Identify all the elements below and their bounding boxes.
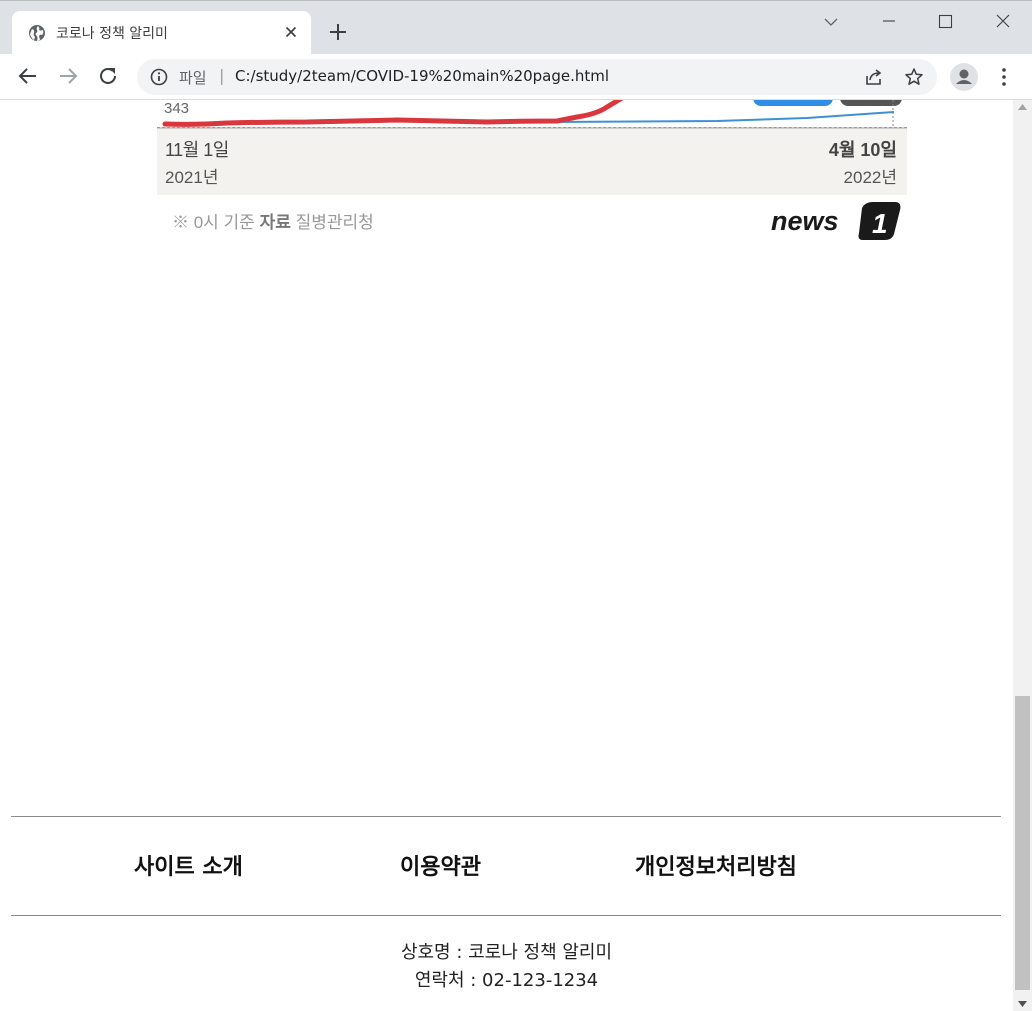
reload-icon[interactable]	[96, 64, 120, 88]
url-text[interactable]: C:/study/2team/COVID-19%20main%20page.ht…	[235, 67, 609, 85]
chart-date-band: 11월 1일 2021년 4월 10일 2022년	[157, 129, 907, 195]
footer-divider-top	[11, 816, 1001, 817]
scroll-up-arrow-icon[interactable]	[1018, 104, 1027, 110]
maximize-icon[interactable]	[932, 11, 958, 33]
chart-end-date: 4월 10일	[828, 140, 897, 160]
globe-icon	[29, 25, 45, 41]
footer-link-terms[interactable]: 이용약관	[400, 849, 481, 881]
blue-series-line	[551, 111, 895, 123]
note-prefix: ※ 0시 기준	[172, 213, 255, 232]
vertical-scrollbar[interactable]	[1013, 100, 1032, 1011]
logo-mark: 1	[872, 208, 888, 239]
footer-link-about[interactable]: 사이트 소개	[134, 849, 243, 881]
footer-divider-bottom	[11, 915, 1001, 916]
tab-title: 코로나 정책 알리미	[56, 26, 168, 42]
forward-arrow-icon[interactable]	[56, 64, 80, 88]
minimize-icon[interactable]	[876, 11, 902, 33]
back-arrow-icon[interactable]	[16, 64, 40, 88]
footer-link-privacy[interactable]: 개인정보처리방침	[635, 849, 797, 881]
chart-start-date: 11월 1일	[165, 140, 229, 160]
chart-start-year: 2021년	[165, 168, 219, 187]
chart-plot-area: 343	[157, 100, 907, 128]
covid-chart-image: 343 11월 1일 2021년 4월 10일 2022년 ※ 0시 기준 자료…	[157, 100, 907, 250]
close-icon[interactable]	[283, 24, 299, 40]
chart-end-year: 2022년	[843, 168, 897, 187]
browser-tab[interactable]: 코로나 정책 알리미	[12, 11, 311, 55]
bookmark-star-icon[interactable]	[904, 67, 924, 87]
scrollbar-thumb[interactable]	[1015, 696, 1030, 990]
chart-value-label: 343	[164, 100, 190, 117]
share-icon[interactable]	[864, 67, 884, 87]
tab-search-icon[interactable]	[818, 11, 844, 33]
footer-company-name: 상호명 : 코로나 정책 알리미	[400, 942, 613, 963]
chart-source-note: ※ 0시 기준 자료 질병관리청	[172, 208, 374, 233]
chart-lines	[162, 100, 902, 128]
address-bar[interactable]: 파일 | C:/study/2team/COVID-19%20main%20pa…	[137, 59, 937, 95]
person-icon	[956, 69, 972, 84]
red-series-line	[162, 100, 624, 127]
scroll-down-arrow-icon[interactable]	[1018, 1001, 1027, 1007]
scheme-label: 파일	[179, 69, 207, 87]
scheme-separator: |	[219, 66, 225, 85]
legend-pill-blue	[753, 100, 833, 106]
browser-toolbar: 파일 | C:/study/2team/COVID-19%20main%20pa…	[0, 54, 1032, 100]
note-source: 질병관리청	[295, 213, 374, 232]
footer-contact: 연락처 : 02-123-1234	[414, 970, 599, 991]
logo-text: news	[771, 206, 839, 236]
info-icon[interactable]	[150, 68, 168, 86]
note-source-label: 자료	[259, 213, 291, 232]
more-menu-icon[interactable]	[996, 65, 1012, 89]
tab-strip: 코로나 정책 알리미	[0, 0, 1032, 55]
page-viewport: 343 11월 1일 2021년 4월 10일 2022년 ※ 0시 기준 자료…	[0, 100, 1013, 1011]
window-close-icon[interactable]	[990, 11, 1016, 33]
new-tab-icon[interactable]	[327, 21, 349, 43]
news1-logo: news 1	[771, 202, 901, 240]
profile-avatar[interactable]	[950, 63, 978, 91]
